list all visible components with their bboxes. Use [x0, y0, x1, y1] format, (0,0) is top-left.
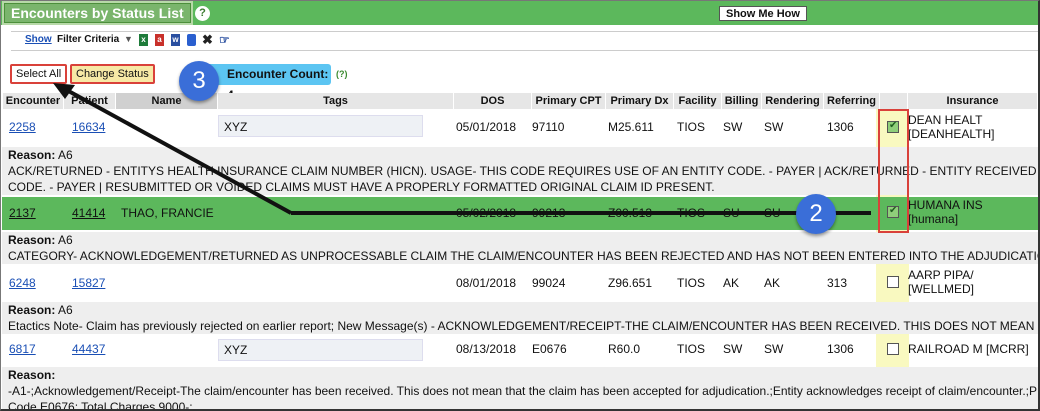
callout-badge: 3	[179, 61, 219, 101]
annotation-arrows	[53, 83, 871, 215]
callout-badge: 2	[796, 194, 836, 234]
arrow-line	[62, 86, 292, 215]
encounters-panel: Encounters by Status List ? Show Me How …	[0, 0, 1040, 411]
